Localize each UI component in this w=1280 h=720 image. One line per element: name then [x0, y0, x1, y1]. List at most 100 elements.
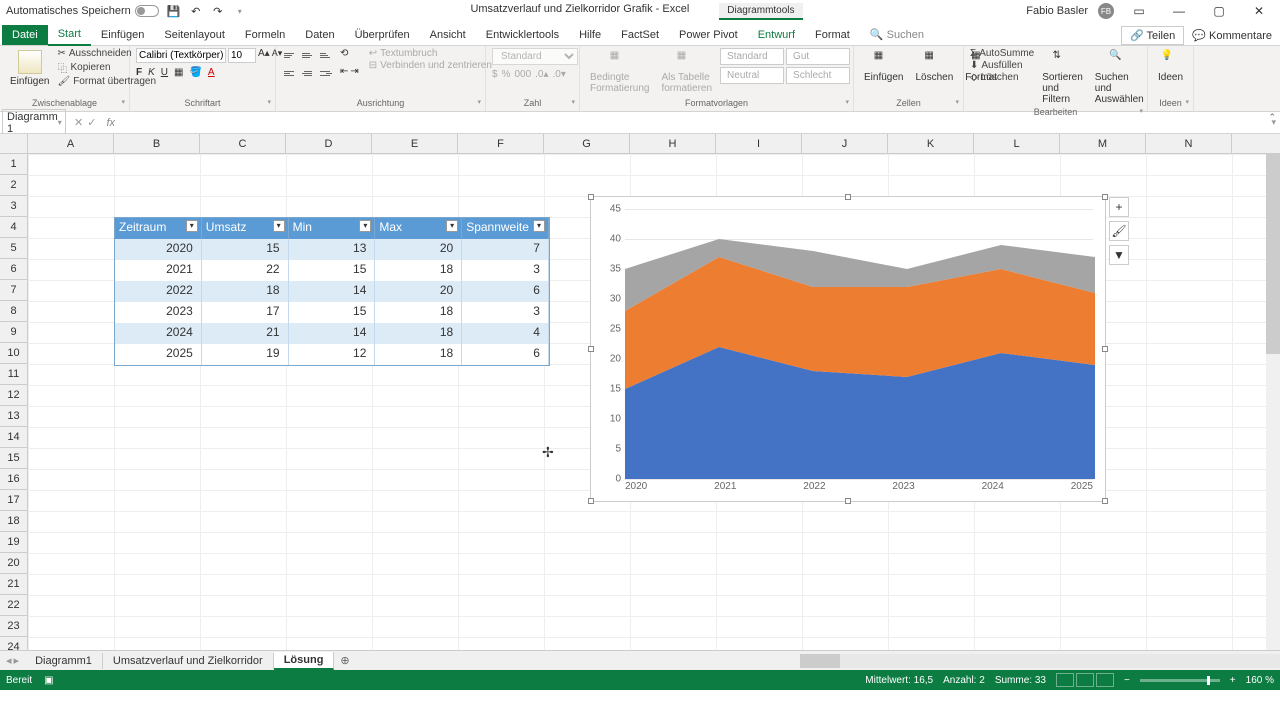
save-icon[interactable]: 💾	[167, 4, 181, 18]
zoom-in-button[interactable]: +	[1230, 675, 1236, 686]
table-cell[interactable]: 18	[375, 302, 462, 323]
autosum-button[interactable]: ΣAutoSumme	[970, 48, 1034, 59]
italic-button[interactable]: K	[148, 67, 155, 78]
orientation-button[interactable]: ⟲	[340, 48, 348, 62]
insert-cells-button[interactable]: ▦Einfügen	[860, 48, 907, 85]
table-cell[interactable]: 22	[202, 260, 289, 281]
tab-chartformat[interactable]: Format	[805, 25, 860, 45]
table-cell[interactable]: 15	[202, 239, 289, 260]
vertical-scrollbar[interactable]	[1266, 154, 1280, 650]
close-icon[interactable]: ✕	[1244, 1, 1274, 21]
table-cell[interactable]: 20	[375, 239, 462, 260]
fill-color-button[interactable]: 🪣	[189, 67, 201, 78]
enter-formula-icon[interactable]: ✓	[87, 116, 96, 129]
table-cell[interactable]: 21	[202, 323, 289, 344]
row-header[interactable]: 20	[0, 553, 28, 574]
increase-font-icon[interactable]: A▴	[258, 48, 270, 63]
row-header[interactable]: 21	[0, 574, 28, 595]
table-row[interactable]: 20231715183	[115, 302, 549, 323]
comments-button[interactable]: 💬 Kommentare	[1192, 29, 1272, 42]
row-header[interactable]: 16	[0, 469, 28, 490]
sheet-nav-last-icon[interactable]: ▸	[14, 654, 20, 667]
align-center-button[interactable]	[300, 66, 316, 80]
row-header[interactable]: 9	[0, 322, 28, 343]
table-cell[interactable]: 6	[462, 281, 549, 302]
row-header[interactable]: 10	[0, 343, 28, 364]
font-name-select[interactable]	[136, 48, 226, 63]
table-column-header[interactable]: Min	[289, 218, 376, 239]
row-header[interactable]: 12	[0, 385, 28, 406]
align-top-button[interactable]	[282, 48, 298, 62]
style-neutral[interactable]: Neutral	[720, 67, 784, 84]
table-column-header[interactable]: Umsatz	[202, 218, 289, 239]
zoom-level[interactable]: 160 %	[1246, 675, 1274, 686]
tab-insert[interactable]: Einfügen	[91, 25, 154, 45]
tab-help[interactable]: Hilfe	[569, 25, 611, 45]
find-select-button[interactable]: 🔍Suchen und Auswählen	[1091, 48, 1148, 107]
row-header[interactable]: 11	[0, 364, 28, 385]
border-button[interactable]: ▦	[174, 67, 183, 78]
table-cell[interactable]: 14	[289, 281, 376, 302]
table-column-header[interactable]: Zeitraum	[115, 218, 202, 239]
table-cell[interactable]: 7	[462, 239, 549, 260]
tab-chartdesign[interactable]: Entwurf	[748, 25, 805, 45]
fx-icon[interactable]: fx	[102, 117, 115, 129]
table-cell[interactable]: 17	[202, 302, 289, 323]
table-row[interactable]: 20251912186	[115, 344, 549, 365]
percent-button[interactable]: %	[502, 69, 511, 80]
user-name[interactable]: Fabio Basler	[1026, 5, 1088, 17]
row-header[interactable]: 2	[0, 175, 28, 196]
column-header[interactable]: I	[716, 134, 802, 153]
chart-object[interactable]: + 🖌 ▼ 051015202530354045 202020212022202…	[590, 196, 1106, 502]
table-row[interactable]: 20221814206	[115, 281, 549, 302]
resize-handle[interactable]	[845, 498, 851, 504]
chart-filter-button[interactable]: ▼	[1109, 245, 1129, 265]
wrap-text-button[interactable]: ↩Textumbruch	[369, 48, 492, 59]
table-cell[interactable]: 15	[289, 302, 376, 323]
row-header[interactable]: 17	[0, 490, 28, 511]
table-cell[interactable]: 2021	[115, 260, 202, 281]
row-header[interactable]: 1	[0, 154, 28, 175]
sheet-tab-losung[interactable]: Lösung	[274, 652, 335, 670]
worksheet-grid[interactable]: ABCDEFGHIJKLMN 1234567891011121314151617…	[0, 134, 1280, 650]
decimal-inc-button[interactable]: .0▴	[535, 69, 548, 80]
sheet-tab-umsatzverlauf[interactable]: Umsatzverlauf und Zielkorridor	[103, 653, 274, 669]
chart-styles-button[interactable]: 🖌	[1109, 221, 1129, 241]
redo-icon[interactable]: ↷	[211, 4, 225, 18]
autosave-toggle[interactable]: Automatisches Speichern	[6, 5, 159, 17]
table-cell[interactable]: 15	[289, 260, 376, 281]
resize-handle[interactable]	[1102, 346, 1108, 352]
resize-handle[interactable]	[588, 346, 594, 352]
table-cell[interactable]: 18	[375, 323, 462, 344]
column-header[interactable]: K	[888, 134, 974, 153]
row-header[interactable]: 3	[0, 196, 28, 217]
zoom-out-button[interactable]: −	[1124, 675, 1130, 686]
table-cell[interactable]: 2025	[115, 344, 202, 365]
tab-pagelayout[interactable]: Seitenlayout	[154, 25, 235, 45]
column-header[interactable]: E	[372, 134, 458, 153]
indent-decrease-button[interactable]: ⇤	[340, 66, 348, 80]
resize-handle[interactable]	[845, 194, 851, 200]
table-cell[interactable]: 12	[289, 344, 376, 365]
table-cell[interactable]: 3	[462, 302, 549, 323]
tab-formulas[interactable]: Formeln	[235, 25, 295, 45]
sheet-tab-diagramm1[interactable]: Diagramm1	[25, 653, 103, 669]
bold-button[interactable]: F	[136, 67, 142, 78]
table-cell[interactable]: 2022	[115, 281, 202, 302]
column-header[interactable]: C	[200, 134, 286, 153]
column-header[interactable]: F	[458, 134, 544, 153]
row-header[interactable]: 7	[0, 280, 28, 301]
search-box[interactable]: 🔍 Suchen	[860, 24, 934, 45]
delete-cells-button[interactable]: ▦Löschen	[911, 48, 957, 85]
row-header[interactable]: 5	[0, 238, 28, 259]
sheet-nav-first-icon[interactable]: ◂	[6, 654, 12, 667]
ribbon-options-icon[interactable]: ▭	[1124, 1, 1154, 21]
cancel-formula-icon[interactable]: ✕	[74, 116, 83, 129]
number-format-select[interactable]: Standard	[492, 48, 578, 65]
table-column-header[interactable]: Spannweite	[462, 218, 549, 239]
add-sheet-button[interactable]: ⊕	[334, 654, 355, 667]
align-middle-button[interactable]	[300, 48, 316, 62]
tab-review[interactable]: Überprüfen	[345, 25, 420, 45]
chart-elements-button[interactable]: +	[1109, 197, 1129, 217]
tab-view[interactable]: Ansicht	[420, 25, 476, 45]
